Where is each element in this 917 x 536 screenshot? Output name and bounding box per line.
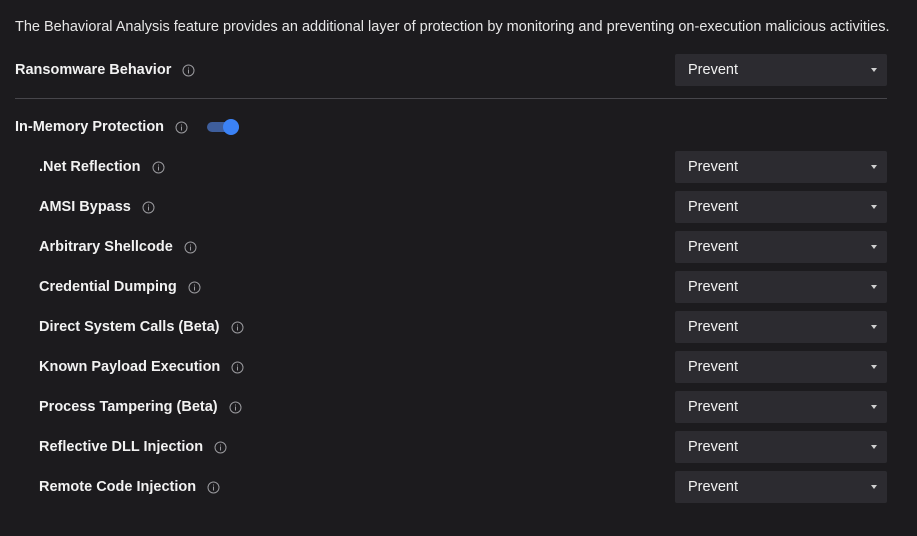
select-value: Prevent: [688, 279, 738, 295]
setting-select[interactable]: Prevent: [675, 431, 887, 463]
setting-label: Process Tampering (Beta): [39, 399, 218, 415]
setting-row: Direct System Calls (Beta) Prevent: [0, 311, 917, 343]
setting-label-wrap: Credential Dumping: [39, 271, 201, 303]
info-icon[interactable]: [207, 481, 220, 494]
setting-label: Known Payload Execution: [39, 359, 221, 375]
info-icon[interactable]: [231, 361, 244, 374]
caret-down-icon: [871, 68, 877, 72]
setting-select[interactable]: Prevent: [675, 311, 887, 343]
info-icon[interactable]: [182, 64, 195, 77]
setting-label: Remote Code Injection: [39, 479, 197, 495]
setting-row: Reflective DLL Injection Prevent: [0, 431, 917, 463]
setting-select[interactable]: Prevent: [675, 231, 887, 263]
info-icon[interactable]: [142, 201, 155, 214]
info-icon[interactable]: [188, 281, 201, 294]
ransomware-behavior-select[interactable]: Prevent: [675, 54, 887, 86]
toggle-thumb: [223, 119, 240, 135]
caret-down-icon: [871, 405, 877, 409]
in-memory-protection-label-wrap: In-Memory Protection: [15, 111, 240, 143]
select-value: Prevent: [688, 239, 738, 255]
setting-label: Credential Dumping: [39, 279, 177, 295]
setting-label-wrap: Arbitrary Shellcode: [39, 231, 197, 263]
select-value: Prevent: [688, 479, 738, 495]
setting-label-wrap: AMSI Bypass: [39, 191, 155, 223]
setting-label: Reflective DLL Injection: [39, 439, 204, 455]
behavioral-analysis-panel: The Behavioral Analysis feature provides…: [0, 0, 917, 536]
in-memory-protection-toggle[interactable]: [207, 119, 240, 135]
setting-row: Process Tampering (Beta) Prevent: [0, 391, 917, 423]
info-icon[interactable]: [152, 161, 165, 174]
caret-down-icon: [871, 485, 877, 489]
setting-row: .Net Reflection Prevent: [0, 151, 917, 183]
caret-down-icon: [871, 445, 877, 449]
in-memory-protection-label: In-Memory Protection: [15, 119, 165, 135]
ransomware-behavior-row: Ransomware Behavior Prevent: [0, 54, 917, 86]
caret-down-icon: [871, 165, 877, 169]
select-value: Prevent: [688, 199, 738, 215]
setting-row: Known Payload Execution Prevent: [0, 351, 917, 383]
setting-label: AMSI Bypass: [39, 199, 131, 215]
caret-down-icon: [871, 245, 877, 249]
setting-label: Arbitrary Shellcode: [39, 239, 173, 255]
select-value: Prevent: [688, 62, 738, 78]
setting-row: Remote Code Injection Prevent: [0, 471, 917, 503]
select-value: Prevent: [688, 439, 738, 455]
info-icon[interactable]: [214, 441, 227, 454]
select-value: Prevent: [688, 159, 738, 175]
setting-row: Arbitrary Shellcode Prevent: [0, 231, 917, 263]
setting-label: Direct System Calls (Beta): [39, 319, 220, 335]
select-value: Prevent: [688, 399, 738, 415]
setting-label: .Net Reflection: [39, 159, 141, 175]
setting-label-wrap: Known Payload Execution: [39, 351, 244, 383]
setting-label-wrap: Process Tampering (Beta): [39, 391, 242, 423]
setting-select[interactable]: Prevent: [675, 471, 887, 503]
setting-select[interactable]: Prevent: [675, 271, 887, 303]
section-divider: [15, 98, 887, 99]
caret-down-icon: [871, 285, 877, 289]
info-icon[interactable]: [229, 401, 242, 414]
setting-row: Credential Dumping Prevent: [0, 271, 917, 303]
feature-description: The Behavioral Analysis feature provides…: [15, 19, 890, 35]
ransomware-behavior-label: Ransomware Behavior: [15, 62, 172, 78]
caret-down-icon: [871, 205, 877, 209]
info-icon[interactable]: [231, 321, 244, 334]
setting-label-wrap: .Net Reflection: [39, 151, 165, 183]
caret-down-icon: [871, 365, 877, 369]
info-icon[interactable]: [175, 121, 188, 134]
setting-row: AMSI Bypass Prevent: [0, 191, 917, 223]
setting-label-wrap: Reflective DLL Injection: [39, 431, 227, 463]
setting-select[interactable]: Prevent: [675, 351, 887, 383]
setting-select[interactable]: Prevent: [675, 391, 887, 423]
select-value: Prevent: [688, 359, 738, 375]
in-memory-protection-row: In-Memory Protection: [0, 111, 917, 143]
select-value: Prevent: [688, 319, 738, 335]
setting-label-wrap: Remote Code Injection: [39, 471, 220, 503]
setting-select[interactable]: Prevent: [675, 191, 887, 223]
caret-down-icon: [871, 325, 877, 329]
setting-select[interactable]: Prevent: [675, 151, 887, 183]
ransomware-behavior-label-wrap: Ransomware Behavior: [15, 54, 195, 86]
info-icon[interactable]: [184, 241, 197, 254]
setting-label-wrap: Direct System Calls (Beta): [39, 311, 244, 343]
